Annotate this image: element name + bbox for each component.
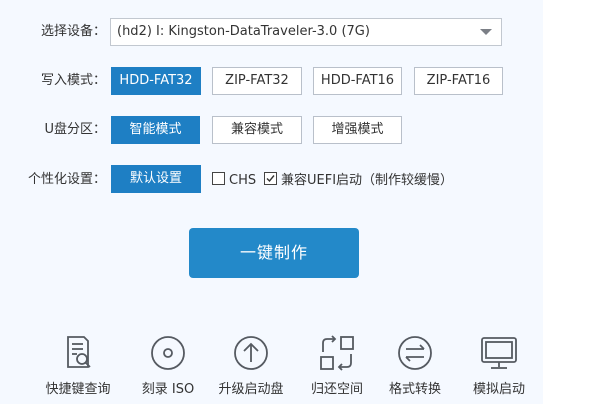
disc-icon <box>151 336 185 370</box>
one-click-make-button[interactable]: 一键制作 <box>189 228 359 278</box>
default-settings-button[interactable]: 默认设置 <box>111 165 201 193</box>
device-select-value: (hd2) I: Kingston-DataTraveler-3.0 (7G) <box>117 24 370 39</box>
burn-iso-tool[interactable]: 刻录 ISO <box>123 333 213 397</box>
write-mode-zip-fat32-button[interactable]: ZIP-FAT32 <box>212 67 302 95</box>
checkmark-icon <box>266 175 275 183</box>
hotkey-query-tool[interactable]: 快捷键查询 <box>33 333 123 397</box>
uefi-checkbox[interactable]: 兼容UEFI启动（制作较缓慢） <box>264 172 453 188</box>
upgrade-boot-disk-tool[interactable]: 升级启动盘 <box>206 333 296 397</box>
write-mode-zip-fat16-button[interactable]: ZIP-FAT16 <box>414 67 503 95</box>
partition-compat-mode-button[interactable]: 兼容模式 <box>212 116 302 144</box>
upgrade-boot-disk-label: 升级启动盘 <box>218 382 284 397</box>
partition-smart-mode-button[interactable]: 智能模式 <box>111 116 200 144</box>
write-mode-hdd-fat32-button[interactable]: HDD-FAT32 <box>111 67 201 95</box>
restore-space-tool[interactable]: 归还空间 <box>292 333 382 397</box>
write-mode-hdd-fat16-button[interactable]: HDD-FAT16 <box>313 67 402 95</box>
device-label: 选择设备： <box>40 24 106 39</box>
simulate-boot-tool[interactable]: 模拟启动 <box>454 333 544 397</box>
convert-icon <box>398 336 432 370</box>
write-mode-label: 写入模式： <box>40 73 106 88</box>
format-convert-label: 格式转换 <box>388 382 441 397</box>
chs-checkbox[interactable]: CHS <box>212 172 256 188</box>
restore-space-label: 归还空间 <box>310 382 363 397</box>
chs-checkbox-label: CHS <box>229 173 257 188</box>
chevron-down-icon[interactable] <box>480 29 492 35</box>
simulate-boot-label: 模拟启动 <box>472 382 525 397</box>
format-convert-tool[interactable]: 格式转换 <box>370 333 460 397</box>
hotkey-query-label: 快捷键查询 <box>45 382 111 397</box>
uefi-checkbox-box[interactable] <box>264 172 277 185</box>
monitor-icon <box>481 337 517 369</box>
hotkey-search-icon <box>67 336 91 368</box>
restore-space-icon <box>320 335 354 371</box>
main-panel: 选择设备： (hd2) I: Kingston-DataTraveler-3.0… <box>0 0 543 404</box>
upgrade-icon <box>234 336 268 370</box>
device-select[interactable]: (hd2) I: Kingston-DataTraveler-3.0 (7G) <box>110 18 502 46</box>
personalize-label: 个性化设置： <box>27 172 106 187</box>
chs-checkbox-box[interactable] <box>212 172 225 185</box>
partition-enhanced-mode-button[interactable]: 增强模式 <box>313 116 402 144</box>
partition-label: U盘分区： <box>44 122 106 137</box>
burn-iso-label: 刻录 ISO <box>141 382 195 397</box>
uefi-checkbox-label: 兼容UEFI启动（制作较缓慢） <box>281 173 454 188</box>
